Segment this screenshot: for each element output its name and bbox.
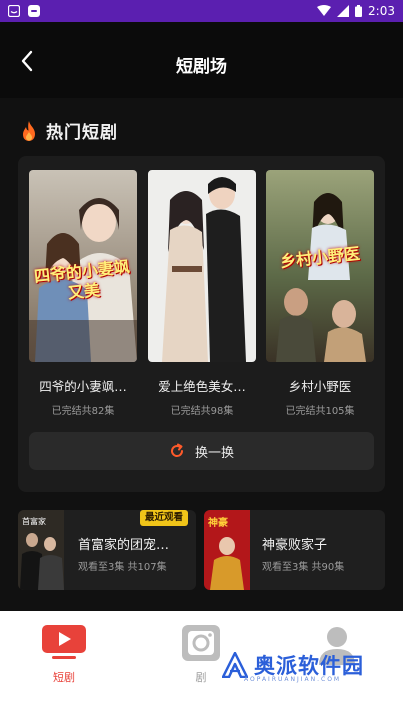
signal-icon: [337, 5, 350, 17]
drama-episode-count: 已完结共98集: [170, 406, 234, 417]
recent-drama-thumbnail-image: 首富家: [18, 510, 64, 590]
drama-item[interactable]: 爱上绝色美女… 已完结共98集: [148, 170, 256, 417]
status-right: 2:03: [317, 4, 395, 18]
recent-thumb-text: 神豪: [208, 516, 228, 529]
wifi-icon: [317, 5, 332, 16]
recent-drama-progress: 观看至3集 共107集: [78, 562, 167, 573]
drama-title: 乡村小野医: [288, 379, 352, 394]
nav-label: 短剧: [53, 671, 75, 684]
play-video-icon: [42, 625, 86, 659]
drama-item[interactable]: 四爷的小妻飒又美 四爷的小妻飒… 已完结共82集: [29, 170, 137, 417]
recent-drama-card[interactable]: 首富家 首富家的团宠… 观看至3集 共107集 最近观看: [18, 510, 196, 590]
status-bar: 2:03: [0, 0, 403, 22]
refresh-button[interactable]: 换一换: [29, 432, 374, 470]
recently-watched-badge: 最近观看: [139, 510, 188, 526]
notification-icon: [8, 5, 20, 17]
status-time: 2:03: [368, 4, 395, 18]
recent-drama-thumbnail: 神豪: [204, 510, 250, 590]
hot-dramas-card: 四爷的小妻飒又美 四爷的小妻飒… 已完结共82集 爱上绝色美女… 已完结共98集: [18, 156, 385, 492]
drama-item[interactable]: 乡村小野医 乡村小野医 已完结共105集: [266, 170, 374, 417]
drama-poster[interactable]: 四爷的小妻飒又美: [29, 170, 137, 362]
refresh-label: 换一换: [194, 445, 234, 461]
recent-thumb-text: 首富家: [22, 516, 46, 526]
status-left: [8, 5, 40, 17]
drama-episode-count: 已完结共82集: [51, 406, 115, 417]
drama-poster-image: [148, 170, 256, 362]
header: 短剧场: [0, 22, 403, 98]
recent-drama-title: 神豪败家子: [262, 538, 328, 553]
drama-title: 四爷的小妻飒…: [39, 379, 127, 394]
fire-icon: [23, 120, 35, 141]
nav-item-drama[interactable]: 短剧: [24, 625, 104, 685]
drama-title: 爱上绝色美女…: [158, 379, 246, 394]
refresh-icon: [170, 443, 183, 457]
drama-poster[interactable]: [148, 170, 256, 362]
recent-drama-thumbnail-image: 神豪: [204, 510, 250, 590]
recent-drama-card[interactable]: 神豪 神豪败家子 观看至3集 共90集: [204, 510, 385, 590]
recent-drama-thumbnail: 首富家: [18, 510, 64, 590]
page-title: 短剧场: [176, 57, 227, 77]
drama-episode-count: 已完结共105集: [285, 406, 355, 417]
instagram-style-camera-icon: [182, 625, 220, 661]
nav-label: 剧: [195, 671, 207, 684]
hot-section-title: 热门短剧: [46, 123, 118, 143]
battery-icon: [355, 5, 363, 17]
site-logo-icon: [222, 652, 248, 678]
drama-poster[interactable]: 乡村小野医: [266, 170, 374, 362]
app-notification-icon: [28, 5, 40, 17]
hot-section-header: 热门短剧: [20, 118, 118, 143]
watermark-subtext: AOPAIRUANJIAN.COM: [244, 676, 342, 683]
recent-drama-progress: 观看至3集 共90集: [262, 562, 345, 573]
recent-drama-title: 首富家的团宠…: [78, 538, 170, 553]
